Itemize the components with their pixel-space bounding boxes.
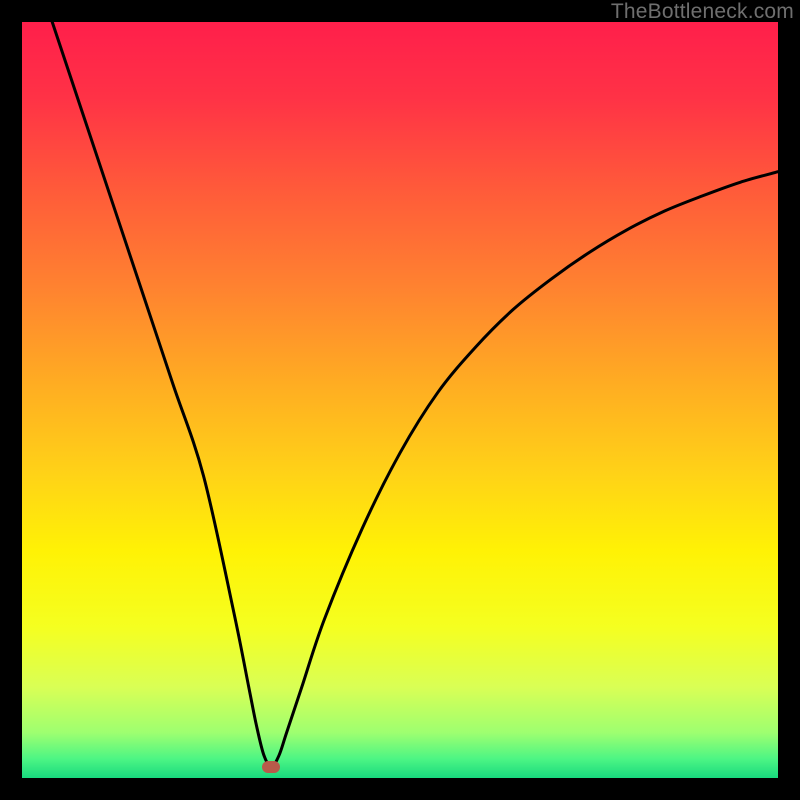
chart-svg <box>22 22 778 778</box>
optimal-point-marker <box>262 761 280 773</box>
gradient-background <box>22 22 778 778</box>
chart-frame <box>22 22 778 778</box>
watermark-text: TheBottleneck.com <box>611 0 794 24</box>
